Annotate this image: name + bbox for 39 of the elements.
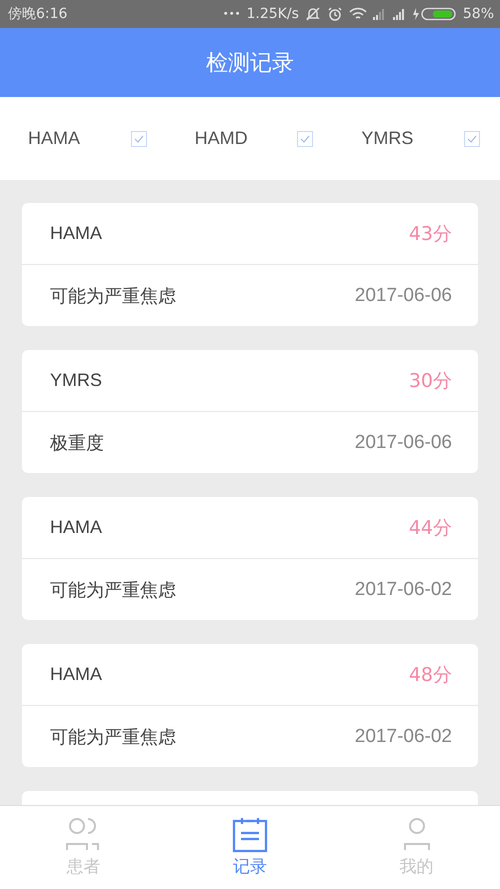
record-card[interactable]: HAMA 48分 可能为严重焦虑 2017-06-02: [22, 644, 478, 767]
battery-percent: 58%: [462, 6, 494, 22]
record-card[interactable]: HAMA 43分 可能为严重焦虑 2017-06-06: [22, 203, 478, 326]
record-date: 2017-06-02: [354, 578, 452, 600]
record-card[interactable]: YMRS 30分 极重度 2017-06-06: [22, 350, 478, 473]
score: 48分: [408, 662, 452, 688]
checkbox[interactable]: [297, 130, 314, 146]
checkbox[interactable]: [464, 130, 480, 146]
scale-name: HAMA: [50, 517, 102, 538]
scale-name: HAMA: [50, 223, 102, 244]
people-icon: [65, 817, 102, 853]
score: 44分: [408, 516, 452, 540]
result-text: 可能为严重焦虑: [50, 726, 176, 748]
filter-label: HAMD: [194, 128, 248, 149]
calendar-icon: [232, 817, 268, 853]
wifi-icon: [348, 7, 367, 21]
result-text: 可能为严重焦虑: [50, 284, 176, 308]
record-date: 2017-06-06: [354, 432, 452, 454]
page-title: 检测记录: [206, 50, 294, 78]
network-speed: 1.25K/s: [246, 6, 299, 22]
result-text: 极重度: [50, 432, 104, 454]
filter-label: HAMA: [28, 128, 80, 149]
filter-label: YMRS: [361, 128, 414, 149]
signal-icon: [392, 8, 407, 20]
result-text: 可能为严重焦虑: [50, 578, 176, 602]
scale-name: HAMA: [50, 664, 102, 685]
alarm-icon: [326, 6, 343, 22]
scale-name: YMRS: [50, 370, 102, 391]
signal-icon: [372, 8, 387, 20]
score: 43分: [408, 222, 452, 246]
record-card[interactable]: HAMA 44分 可能为严重焦虑 2017-06-02: [22, 497, 478, 620]
record-date: 2017-06-02: [354, 726, 452, 748]
status-time: 傍晚6:16: [8, 5, 68, 23]
more-dots: •••: [222, 8, 240, 20]
record-date: 2017-06-06: [354, 284, 452, 306]
score: 30分: [408, 368, 452, 394]
mute-bell-icon: [304, 6, 321, 22]
checkbox[interactable]: [130, 130, 147, 146]
battery-icon: [412, 7, 457, 21]
